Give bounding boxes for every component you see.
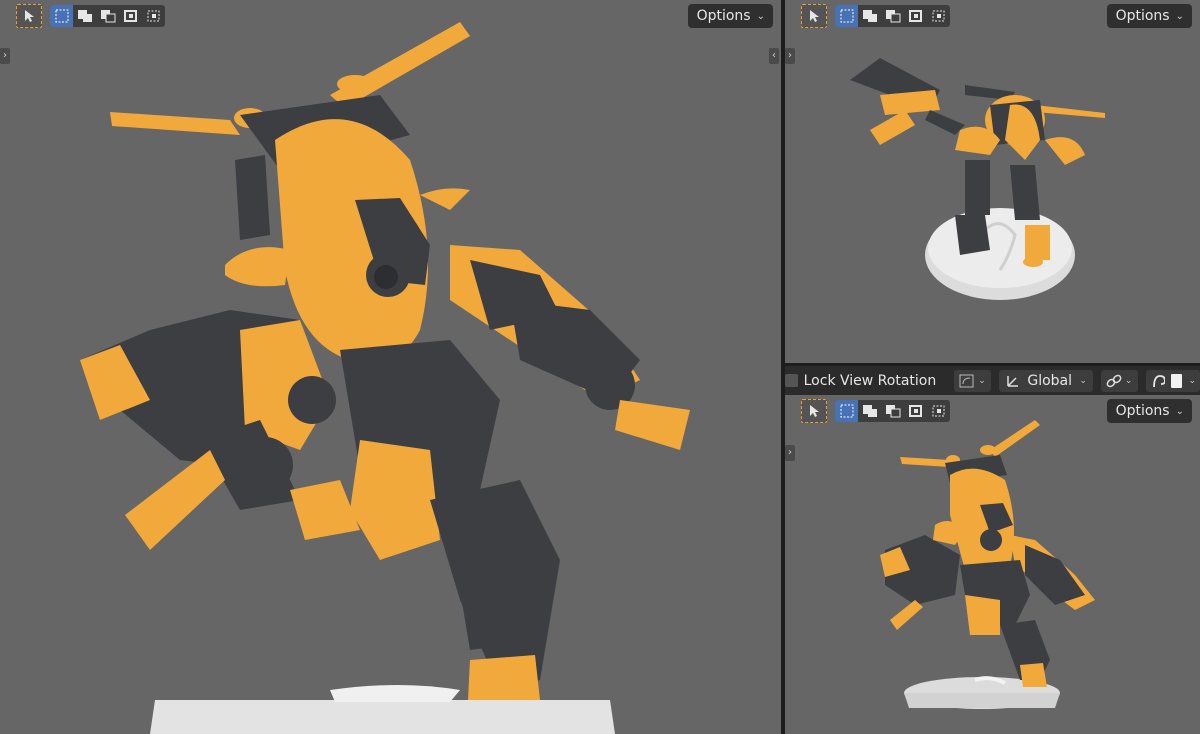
select-subtract-icon[interactable] bbox=[881, 5, 904, 27]
options-dropdown[interactable]: Options ⌄ bbox=[1106, 399, 1192, 423]
viewport-main[interactable]: Options ⌄ › ‹ bbox=[0, 0, 781, 734]
options-label: Options bbox=[1115, 403, 1170, 419]
robot-render-bottom-right bbox=[880, 420, 1095, 709]
select-cursor-icon[interactable] bbox=[801, 399, 827, 423]
chevron-down-icon: ⌄ bbox=[978, 375, 986, 386]
select-new-icon[interactable] bbox=[50, 5, 73, 27]
robot-render-main bbox=[80, 22, 690, 734]
select-new-icon[interactable] bbox=[835, 5, 858, 27]
select-cursor-icon[interactable] bbox=[801, 4, 827, 28]
tool-row-main bbox=[16, 4, 165, 28]
chevron-down-icon: ⌄ bbox=[1188, 375, 1197, 386]
tool-row-bottom-right bbox=[801, 399, 950, 423]
options-dropdown[interactable]: Options ⌄ bbox=[687, 4, 773, 28]
expand-left-icon[interactable]: › bbox=[785, 445, 795, 461]
select-mode-group bbox=[835, 400, 950, 422]
select-mode-group bbox=[50, 5, 165, 27]
expand-left-icon[interactable]: › bbox=[0, 48, 10, 64]
pivot-icon bbox=[959, 374, 974, 387]
chevron-down-icon: ⌄ bbox=[1124, 375, 1133, 386]
select-subtract-icon[interactable] bbox=[96, 5, 119, 27]
transform-orientation-icon bbox=[1007, 375, 1019, 387]
chevron-down-icon: ⌄ bbox=[1175, 405, 1184, 417]
select-new-icon[interactable] bbox=[835, 400, 858, 422]
chevron-down-icon: ⌄ bbox=[1079, 375, 1087, 386]
select-extend-icon[interactable] bbox=[73, 5, 96, 27]
select-intersect-icon[interactable] bbox=[927, 400, 950, 422]
options-dropdown[interactable]: Options ⌄ bbox=[1106, 4, 1192, 28]
lock-view-rotation-label: Lock View Rotation bbox=[803, 372, 937, 389]
link-icon bbox=[1106, 374, 1122, 387]
select-subtract-icon[interactable] bbox=[881, 400, 904, 422]
viewport-bottom-right[interactable]: Options ⌄ › bbox=[785, 395, 1200, 734]
viewport-top-right[interactable]: Options ⌄ › bbox=[785, 0, 1200, 363]
snap-link-dropdown[interactable]: ⌄ bbox=[1100, 369, 1139, 392]
orientation-dropdown[interactable]: Global ⌄ bbox=[999, 369, 1093, 392]
orientation-value: Global bbox=[1027, 372, 1073, 389]
proportional-edit-group[interactable]: ⌄ bbox=[1146, 369, 1200, 392]
select-intersect-icon[interactable] bbox=[142, 5, 165, 27]
lock-view-rotation-checkbox[interactable] bbox=[785, 374, 798, 387]
select-cursor-icon[interactable] bbox=[16, 4, 42, 28]
select-invert-icon[interactable] bbox=[904, 5, 927, 27]
chevron-down-icon: ⌄ bbox=[1175, 10, 1184, 22]
select-invert-icon[interactable] bbox=[904, 400, 927, 422]
select-invert-icon[interactable] bbox=[119, 5, 142, 27]
select-intersect-icon[interactable] bbox=[927, 5, 950, 27]
options-label: Options bbox=[1115, 8, 1170, 24]
pivot-dropdown[interactable]: ⌄ bbox=[954, 369, 992, 392]
select-extend-icon[interactable] bbox=[858, 400, 881, 422]
expand-left-icon[interactable]: › bbox=[785, 48, 795, 64]
select-extend-icon[interactable] bbox=[858, 5, 881, 27]
tool-row-top-right bbox=[801, 4, 950, 28]
falloff-swatch bbox=[1170, 373, 1183, 388]
robot-render-top-right bbox=[850, 58, 1105, 300]
select-mode-group bbox=[835, 5, 950, 27]
chevron-down-icon: ⌄ bbox=[756, 10, 765, 22]
expand-right-icon[interactable]: ‹ bbox=[769, 48, 779, 64]
viewport-header-bar: Lock View Rotation ⌄ Global ⌄ ⌄ ⌄ bbox=[785, 366, 1200, 395]
options-label: Options bbox=[696, 8, 751, 24]
proportional-editing-icon bbox=[1153, 374, 1165, 387]
